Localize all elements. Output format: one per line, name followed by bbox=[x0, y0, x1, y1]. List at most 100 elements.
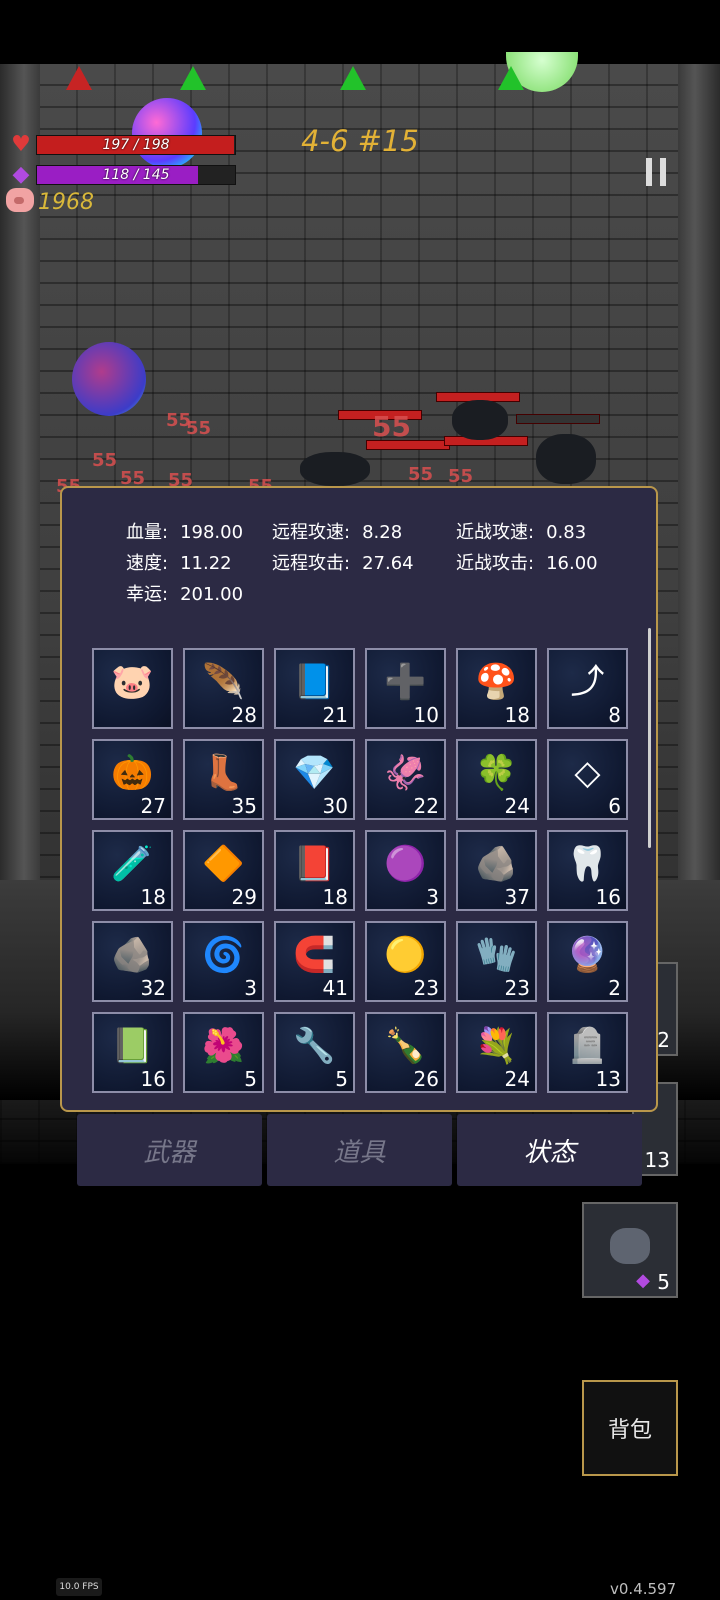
enemy-marker-red bbox=[66, 66, 92, 90]
item-slot[interactable]: 🪨 37 bbox=[456, 830, 537, 911]
enemy bbox=[300, 452, 370, 486]
item-slot[interactable]: 🔧 5 bbox=[274, 1012, 355, 1093]
item-slot[interactable]: 🦑 22 bbox=[365, 739, 446, 820]
mana-text: 118 / 145 bbox=[102, 167, 170, 183]
diamond-icon: ◆ bbox=[636, 1270, 650, 1291]
item-slot[interactable]: 🌺 5 bbox=[183, 1012, 264, 1093]
item-count: 35 bbox=[231, 794, 257, 818]
stat-luck: 幸运: 201.00 bbox=[126, 584, 244, 605]
item-count: 23 bbox=[413, 976, 439, 1000]
medkit-icon: ➕ bbox=[384, 662, 427, 703]
item-count: 41 bbox=[322, 976, 348, 1000]
stat-hp: 血量: 198.00 bbox=[126, 522, 244, 543]
skull-book-icon: 📗 bbox=[111, 1026, 154, 1067]
scrollbar[interactable] bbox=[648, 628, 651, 848]
item-count: 21 bbox=[322, 703, 348, 727]
enemy bbox=[452, 400, 508, 440]
item-count: 8 bbox=[608, 703, 621, 727]
damage-number: 55 bbox=[408, 464, 434, 485]
stones-icon: 🪨 bbox=[475, 844, 518, 885]
book-icon: 📕 bbox=[293, 844, 336, 885]
bag-button[interactable]: 背包 bbox=[582, 1380, 678, 1476]
item-count: 5 bbox=[244, 1067, 257, 1091]
item-slot[interactable]: 🪨 32 bbox=[92, 921, 173, 1002]
item-slot[interactable]: 🔶 29 bbox=[183, 830, 264, 911]
squid-icon: 🦑 bbox=[384, 753, 427, 794]
wrench-icon: 🔧 bbox=[293, 1026, 336, 1067]
item-count: 16 bbox=[140, 1067, 166, 1091]
enemy-health-bar bbox=[516, 414, 600, 424]
damage-number: 55 bbox=[186, 418, 212, 439]
level-indicator: 4-6 #15 bbox=[301, 124, 419, 158]
item-slot[interactable]: ⤴ 8 bbox=[547, 648, 628, 729]
item-slot[interactable]: 🟣 3 bbox=[365, 830, 446, 911]
tab-weapons[interactable]: 武器 bbox=[77, 1114, 262, 1186]
item-slot[interactable]: 🧪 18 bbox=[92, 830, 173, 911]
item-slot[interactable]: 🍀 24 bbox=[456, 739, 537, 820]
item-count: 18 bbox=[504, 703, 530, 727]
mana-bar: 118 / 145 bbox=[36, 165, 236, 185]
purple-rune-icon: 🔮 bbox=[566, 935, 609, 976]
item-slot[interactable]: 🌀 3 bbox=[183, 921, 264, 1002]
item-slot[interactable]: 🪦 13 bbox=[547, 1012, 628, 1093]
item-slot[interactable]: 🍄 18 bbox=[456, 648, 537, 729]
feather-icon: 🪶 bbox=[202, 662, 245, 703]
item-slot[interactable]: 💎 30 bbox=[274, 739, 355, 820]
diamond-icon: ◆ bbox=[12, 162, 30, 187]
enemy-marker-green bbox=[498, 66, 524, 90]
potion-icon: 🧪 bbox=[111, 844, 154, 885]
right-wall bbox=[678, 64, 720, 964]
health-bar: 197 / 198 bbox=[36, 135, 236, 155]
item-slot[interactable]: 🦷 16 bbox=[547, 830, 628, 911]
item-slot[interactable]: 🐷 bbox=[92, 648, 173, 729]
enemy bbox=[536, 434, 596, 484]
equipped-item-slot[interactable]: ◆ 5 bbox=[582, 1202, 678, 1298]
clover-icon: 🍀 bbox=[475, 753, 518, 794]
gold-coin-icon: 🟡 bbox=[384, 935, 427, 976]
damage-number: 55 bbox=[92, 450, 118, 471]
stat-ranged-speed: 远程攻速: 8.28 bbox=[272, 522, 403, 543]
stat-melee-attack: 近战攻击: 16.00 bbox=[456, 553, 598, 574]
item-slot[interactable]: 🪶 28 bbox=[183, 648, 264, 729]
gear-item-icon bbox=[610, 1228, 650, 1264]
bubble-projectile bbox=[72, 342, 146, 416]
item-slot[interactable]: 📕 18 bbox=[274, 830, 355, 911]
item-count: 28 bbox=[231, 703, 257, 727]
boots-icon: 👢 bbox=[202, 753, 245, 794]
item-slot[interactable]: 📗 16 bbox=[92, 1012, 173, 1093]
item-slot[interactable]: 🟡 23 bbox=[365, 921, 446, 1002]
item-slot[interactable]: ➕ 10 bbox=[365, 648, 446, 729]
spellbook-icon: 📘 bbox=[293, 662, 336, 703]
item-count: 5 bbox=[335, 1067, 348, 1091]
item-slot[interactable]: 🍾 26 bbox=[365, 1012, 446, 1093]
pumpkin-icon: 🎃 bbox=[111, 753, 154, 794]
item-slot[interactable]: 📘 21 bbox=[274, 648, 355, 729]
stat-speed: 速度: 11.22 bbox=[126, 553, 232, 574]
item-count: 3 bbox=[244, 976, 257, 1000]
enemy-marker-green bbox=[340, 66, 366, 90]
item-count: 22 bbox=[413, 794, 439, 818]
item-slot[interactable]: 💐 24 bbox=[456, 1012, 537, 1093]
diamond-tile-icon: ◇ bbox=[574, 753, 601, 794]
item-slot[interactable]: 🔮 2 bbox=[547, 921, 628, 1002]
horn-icon: 🦷 bbox=[566, 844, 609, 885]
stat-melee-speed: 近战攻速: 0.83 bbox=[456, 522, 587, 543]
item-slot[interactable]: 👢 35 bbox=[183, 739, 264, 820]
damage-number: 55 bbox=[372, 410, 411, 443]
tab-status[interactable]: 状态 bbox=[457, 1114, 642, 1186]
item-slot[interactable]: ◇ 6 bbox=[547, 739, 628, 820]
item-count: 18 bbox=[140, 885, 166, 909]
tab-items[interactable]: 道具 bbox=[267, 1114, 452, 1186]
item-slot[interactable]: 🧲 41 bbox=[274, 921, 355, 1002]
item-count: 24 bbox=[504, 794, 530, 818]
pause-icon[interactable] bbox=[644, 158, 670, 188]
red-crystal-icon: 🔶 bbox=[202, 844, 245, 885]
item-slot[interactable]: 🎃 27 bbox=[92, 739, 173, 820]
pig-icon bbox=[6, 188, 34, 212]
item-count: 13 bbox=[595, 1067, 621, 1091]
item-count: 29 bbox=[231, 885, 257, 909]
piggy-bank-icon: 🐷 bbox=[111, 662, 154, 703]
item-slot[interactable]: 🧤 23 bbox=[456, 921, 537, 1002]
bouquet-icon: 💐 bbox=[475, 1026, 518, 1067]
mana-row: ◆ 118 / 145 bbox=[8, 162, 236, 188]
